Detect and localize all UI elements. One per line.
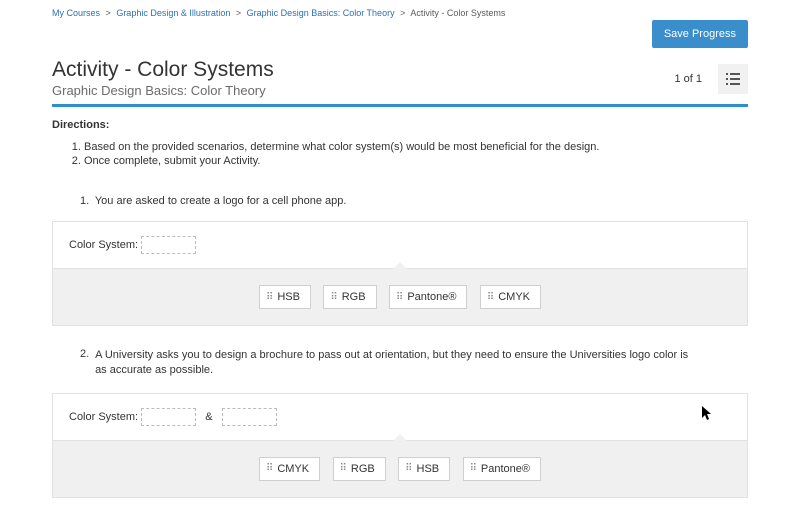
drop-slot[interactable] [141,408,196,426]
grip-icon: ⠿ [487,292,493,303]
breadcrumb-sep: > [236,8,241,18]
page-subtitle: Graphic Design Basics: Color Theory [52,83,274,98]
breadcrumb-link[interactable]: Graphic Design Basics: Color Theory [247,8,395,18]
breadcrumb-link[interactable]: My Courses [52,8,100,18]
grip-icon: ⠿ [340,463,346,474]
chip-label: RGB [351,463,375,475]
grip-icon: ⠿ [396,292,402,303]
answer-label: Color System: [69,239,138,251]
chip-rgb[interactable]: ⠿ RGB [323,285,376,309]
page-counter: 1 of 1 [674,73,702,85]
page-title: Activity - Color Systems [52,58,274,82]
grip-icon: ⠿ [405,463,411,474]
question-text: You are asked to create a logo for a cel… [95,195,347,207]
drop-slot[interactable] [222,408,277,426]
direction-item: Once complete, submit your Activity. [84,155,748,167]
chip-hsb[interactable]: ⠿ HSB [259,285,311,309]
page-root: My Courses > Graphic Design & Illustrati… [0,0,800,508]
drop-slot[interactable] [141,236,196,254]
grip-icon: ⠿ [266,463,272,474]
chip-label: CMYK [277,463,309,475]
chip-hsb[interactable]: ⠿ HSB [398,457,450,481]
chip-rgb[interactable]: ⠿ RGB [333,457,386,481]
chip-pantone[interactable]: ⠿ Pantone® [463,457,541,481]
grip-icon: ⠿ [330,292,336,303]
breadcrumb-link[interactable]: Graphic Design & Illustration [116,8,230,18]
titles: Activity - Color Systems Graphic Design … [52,58,274,98]
chip-label: CMYK [498,291,530,303]
breadcrumb-current: Activity - Color Systems [410,8,505,18]
chip-label: HSB [277,291,300,303]
activity-header: Activity - Color Systems Graphic Design … [52,58,748,98]
breadcrumb-sep: > [106,8,111,18]
save-progress-button[interactable]: Save Progress [652,20,748,48]
list-view-button[interactable] [718,64,748,94]
question-number: 1. [80,195,92,207]
list-icon [726,73,740,85]
chip-cmyk[interactable]: ⠿ CMYK [480,285,541,309]
chip-label: Pantone® [407,291,456,303]
question-2: 2. A University asks you to design a bro… [80,348,748,379]
chip-cmyk[interactable]: ⠿ CMYK [259,457,320,481]
header-right: 1 of 1 [674,64,748,94]
chip-pantone[interactable]: ⠿ Pantone® [389,285,467,309]
chip-label: HSB [417,463,440,475]
header-rule [52,104,748,107]
chip-pool-1: ⠿ HSB ⠿ RGB ⠿ Pantone® ⠿ CMYK [52,269,748,326]
chip-label: Pantone® [481,463,530,475]
question-text: A University asks you to design a brochu… [95,348,695,379]
chip-label: RGB [342,291,366,303]
question-1: 1. You are asked to create a logo for a … [80,195,748,207]
breadcrumb-sep: > [400,8,405,18]
question-number: 2. [80,348,92,360]
chip-pool-2: ⠿ CMYK ⠿ RGB ⠿ HSB ⠿ Pantone® [52,441,748,498]
grip-icon: ⠿ [266,292,272,303]
pool-arrow-icon [393,262,407,269]
direction-item: Based on the provided scenarios, determi… [84,141,748,153]
answer-label: Color System: [69,411,138,423]
breadcrumb: My Courses > Graphic Design & Illustrati… [52,8,748,18]
directions-label: Directions: [52,119,748,131]
directions-list: Based on the provided scenarios, determi… [84,141,748,167]
grip-icon: ⠿ [470,463,476,474]
ampersand: & [205,411,212,423]
pool-arrow-icon [393,434,407,441]
